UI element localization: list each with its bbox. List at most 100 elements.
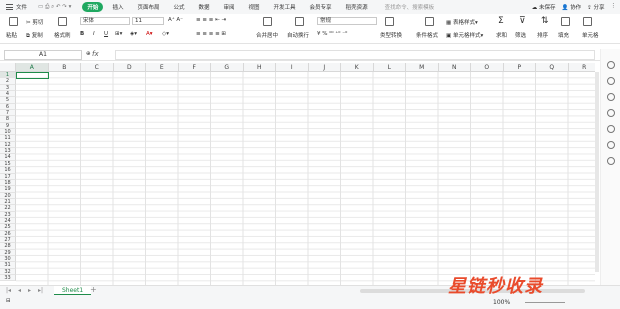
column-header[interactable]: C: [81, 63, 114, 72]
formula-input[interactable]: [115, 50, 595, 60]
column-header[interactable]: D: [113, 63, 146, 72]
column-header[interactable]: F: [178, 63, 211, 72]
vertical-scrollbar[interactable]: [595, 72, 599, 272]
font-grow-icon[interactable]: A⁺ A⁻: [168, 17, 183, 23]
fill-icon[interactable]: [561, 17, 570, 26]
column-header[interactable]: B: [48, 63, 81, 72]
sort-icon[interactable]: ⇅: [541, 16, 549, 26]
column-header[interactable]: P: [503, 63, 536, 72]
column-header[interactable]: L: [373, 63, 406, 72]
location-icon[interactable]: [607, 157, 615, 165]
cursor-icon[interactable]: [607, 77, 615, 85]
cut-button[interactable]: ✂ 剪切: [26, 18, 43, 26]
column-header[interactable]: M: [406, 63, 439, 72]
align-horizontal-icons[interactable]: ≡ ≡ ≡ ≡ ⊞: [196, 31, 226, 37]
last-sheet-icon[interactable]: ▸|: [38, 287, 43, 294]
sum-button[interactable]: 求和: [496, 31, 507, 39]
adjust-icon[interactable]: [607, 93, 615, 101]
tab-1[interactable]: 插入: [107, 2, 128, 12]
sum-icon[interactable]: Σ: [498, 16, 504, 26]
collab-button[interactable]: 👤 协作: [562, 3, 582, 11]
sort-button[interactable]: 排序: [537, 31, 548, 39]
underline-icon[interactable]: U: [104, 31, 108, 37]
align-top-icons[interactable]: ≡ ≡ ≡ ⇤ ⇥: [196, 17, 226, 23]
select-all-corner[interactable]: [0, 63, 16, 72]
column-header[interactable]: O: [471, 63, 504, 72]
paste-button[interactable]: 粘贴: [6, 31, 17, 39]
file-menu[interactable]: 文件: [16, 3, 27, 11]
filter-button[interactable]: 筛选: [515, 31, 526, 39]
fill-button[interactable]: 填充: [558, 31, 569, 39]
column-header[interactable]: A: [16, 63, 49, 72]
filter-icon[interactable]: ⊽: [519, 16, 526, 26]
column-header[interactable]: J: [308, 63, 341, 72]
column-header[interactable]: I: [276, 63, 309, 72]
tab-7[interactable]: 开发工具: [269, 2, 301, 12]
zoom-slider[interactable]: [525, 302, 565, 303]
border-icon[interactable]: ⊞▾: [115, 31, 122, 37]
active-cell-highlight[interactable]: [16, 72, 49, 79]
cell-button[interactable]: 单元格: [582, 31, 599, 39]
macro-icon[interactable]: ⊟: [6, 298, 11, 304]
column-header[interactable]: K: [341, 63, 374, 72]
settings-icon[interactable]: [607, 109, 615, 117]
column-header[interactable]: Q: [536, 63, 569, 72]
pin-icon[interactable]: [607, 61, 615, 69]
unsaved-button[interactable]: ☁ 未保存: [532, 3, 556, 11]
column-header[interactable]: R: [568, 63, 595, 72]
wrap-text-icon[interactable]: [295, 17, 304, 26]
number-format-icons[interactable]: ¥ % ⁰⁰ ⁺⁰ ⁻⁰: [317, 31, 347, 37]
bold-icon[interactable]: B: [80, 31, 84, 37]
next-sheet-icon[interactable]: ▸: [28, 287, 31, 294]
help-icon[interactable]: [607, 125, 615, 133]
column-header[interactable]: N: [438, 63, 471, 72]
tab-3[interactable]: 公式: [168, 2, 189, 12]
font-size-select[interactable]: 11: [132, 17, 164, 25]
cell-style-button[interactable]: ▣ 单元格样式▾: [446, 31, 483, 39]
cell-icon[interactable]: [583, 17, 592, 26]
tab-6[interactable]: 视图: [244, 2, 265, 12]
hamburger-menu-icon[interactable]: [6, 4, 13, 10]
column-header[interactable]: G: [211, 63, 244, 72]
quick-access-icons[interactable]: ▭ ⎙ ⌕ ↶ ↷ ▾: [38, 4, 71, 11]
more-icon[interactable]: ⋮: [611, 3, 617, 11]
cell-area[interactable]: [16, 72, 595, 285]
merge-center-icon[interactable]: [263, 17, 272, 26]
conditional-format-button[interactable]: 条件格式: [416, 31, 438, 39]
search-command-input[interactable]: 查找命令、搜索模板: [385, 3, 455, 11]
share-button[interactable]: ⇪ 分享: [587, 3, 604, 11]
table-style-button[interactable]: ▦ 表格样式▾: [446, 18, 478, 26]
row-header[interactable]: 33: [0, 275, 16, 282]
merge-center-button[interactable]: 合并居中: [256, 31, 278, 39]
column-header[interactable]: E: [146, 63, 179, 72]
type-convert-button[interactable]: 类型转换: [380, 31, 402, 39]
tab-4[interactable]: 数据: [193, 2, 214, 12]
tab-8[interactable]: 会员专享: [305, 2, 337, 12]
fx-icon[interactable]: fx: [92, 50, 99, 58]
tab-5[interactable]: 审阅: [219, 2, 240, 12]
first-sheet-icon[interactable]: |◂: [6, 287, 11, 294]
name-box[interactable]: A1: [4, 50, 82, 60]
fill-color-icon[interactable]: ◈▾: [130, 31, 137, 37]
column-header[interactable]: H: [243, 63, 276, 72]
wrap-text-button[interactable]: 自动换行: [287, 31, 309, 39]
share-side-icon[interactable]: [607, 141, 615, 149]
type-convert-icon[interactable]: [385, 17, 394, 26]
number-format-select[interactable]: 常规: [317, 17, 377, 25]
clear-icon[interactable]: ◇▾: [162, 31, 169, 37]
add-sheet-button[interactable]: +: [90, 285, 97, 294]
italic-icon[interactable]: I: [93, 31, 95, 37]
zoom-cell-icon[interactable]: ⊕: [86, 51, 91, 57]
font-name-select[interactable]: 宋体: [80, 17, 130, 25]
tab-2[interactable]: 页面布局: [132, 2, 164, 12]
tab-9[interactable]: 稻壳资源: [341, 2, 373, 12]
format-painter-button[interactable]: 格式刷: [54, 31, 71, 39]
copy-button[interactable]: ⧉ 复制: [26, 31, 43, 40]
format-painter-icon[interactable]: [58, 17, 67, 26]
conditional-format-icon[interactable]: [425, 17, 434, 26]
tab-0[interactable]: 开始: [82, 2, 104, 12]
zoom-level[interactable]: 100%: [493, 299, 510, 306]
font-color-icon[interactable]: A▾: [146, 31, 153, 37]
paste-icon[interactable]: [9, 17, 18, 26]
prev-sheet-icon[interactable]: ◂: [18, 287, 21, 294]
